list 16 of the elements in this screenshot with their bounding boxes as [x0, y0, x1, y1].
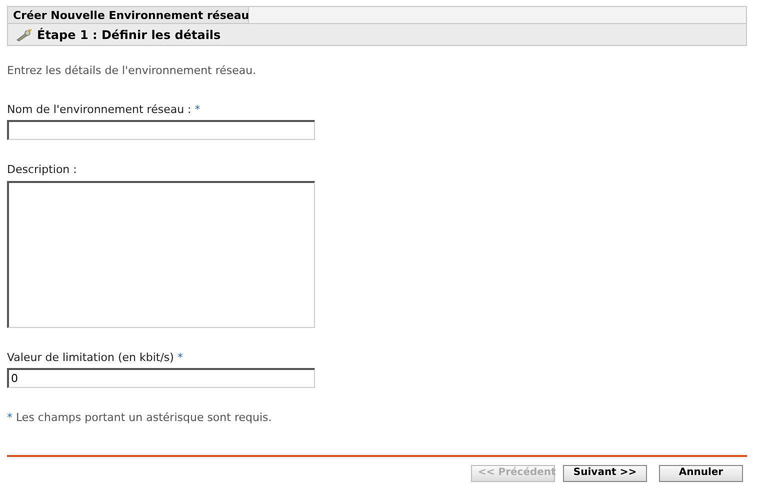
input-field[interactable]: 0 [7, 368, 315, 388]
field-label: Valeur de limitation (en kbit/s) [7, 350, 174, 364]
wrench-icon [16, 28, 32, 42]
intro-text: Entrez les détails de l'environnement réseau. [7, 63, 258, 79]
wizard-button[interactable]: Suivant >> [563, 464, 647, 482]
required-mark: * [7, 411, 12, 424]
required-mark: * [194, 102, 200, 116]
description-field[interactable] [7, 180, 315, 328]
required-mark: * [177, 350, 183, 364]
wizard-title: Créer Nouvelle Environnement réseau [8, 7, 249, 23]
input-field[interactable] [7, 120, 315, 140]
step-title: Étape 1 : Définir les détails [37, 26, 221, 44]
field-label: Description : [7, 163, 77, 176]
note-text: Les champs portant un astérisque sont requis. [16, 411, 272, 424]
wizard-button[interactable]: Annuler [659, 464, 743, 482]
field-label: Nom de l'environnement réseau : [7, 102, 192, 116]
